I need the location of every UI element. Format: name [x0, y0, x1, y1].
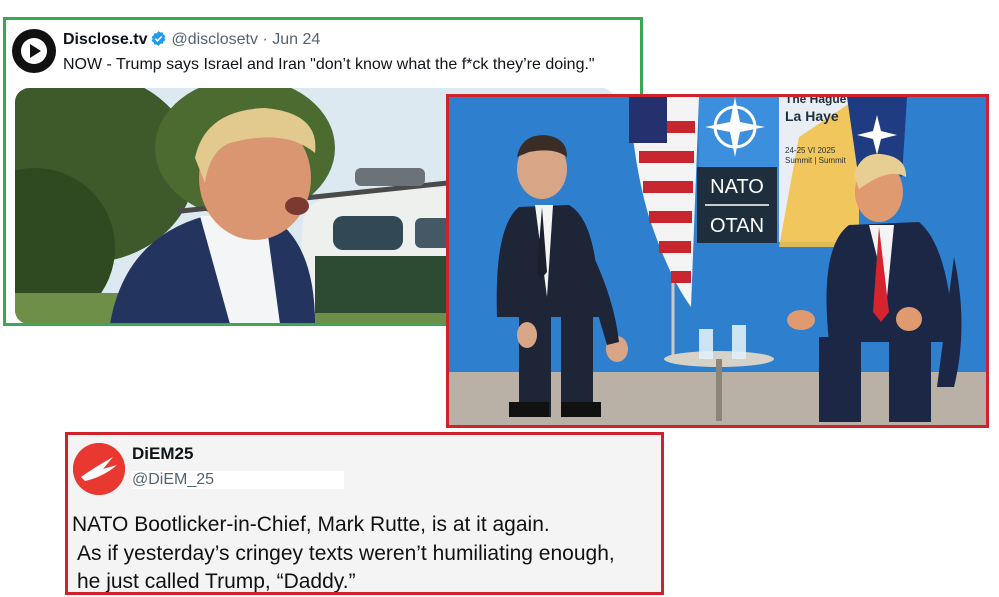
- tweet-text: NOW - Trump says Israel and Iran "don’t …: [63, 56, 595, 73]
- diem25-tweet-card: DiEM25 @DiEM_25 NATO Bootlicker-in-Chief…: [65, 432, 664, 595]
- play-icon: [21, 38, 47, 64]
- tweet-text-line-3: he just called Trump, “Daddy.”: [77, 570, 356, 593]
- backdrop-dates: 24-25 VI 2025: [785, 146, 836, 155]
- verified-badge-icon: [150, 30, 167, 52]
- account-handle[interactable]: @disclosetv: [171, 31, 258, 48]
- tweet-date[interactable]: Jun 24: [272, 31, 320, 48]
- account-name[interactable]: Disclose.tv: [63, 31, 147, 48]
- tweet-text-line-2: As if yesterday’s cringey texts weren’t …: [77, 542, 615, 565]
- backdrop-city-fr: La Haye: [785, 108, 839, 124]
- otan-sign-text: OTAN: [710, 215, 764, 237]
- account-handle[interactable]: @DiEM_25: [132, 471, 344, 489]
- nato-summit-scene: NATO OTAN The Hague La Haye 24-25 VI 202…: [449, 97, 986, 425]
- backdrop-summit: Summit | Summit: [785, 156, 847, 165]
- tweet-text-line-1: NATO Bootlicker-in-Chief, Mark Rutte, is…: [72, 513, 550, 536]
- nato-sign-text: NATO: [710, 176, 764, 198]
- tweet-header: Disclose.tv @disclosetv · Jun 24: [63, 30, 320, 52]
- disclose-avatar[interactable]: [12, 29, 56, 73]
- separator: ·: [262, 31, 268, 48]
- diem25-avatar[interactable]: [73, 443, 125, 495]
- backdrop-city-en: The Hague: [785, 97, 847, 106]
- diem25-logo-icon: [73, 443, 125, 495]
- account-name[interactable]: DiEM25: [132, 444, 193, 464]
- nato-summit-photo[interactable]: NATO OTAN The Hague La Haye 24-25 VI 202…: [446, 94, 989, 428]
